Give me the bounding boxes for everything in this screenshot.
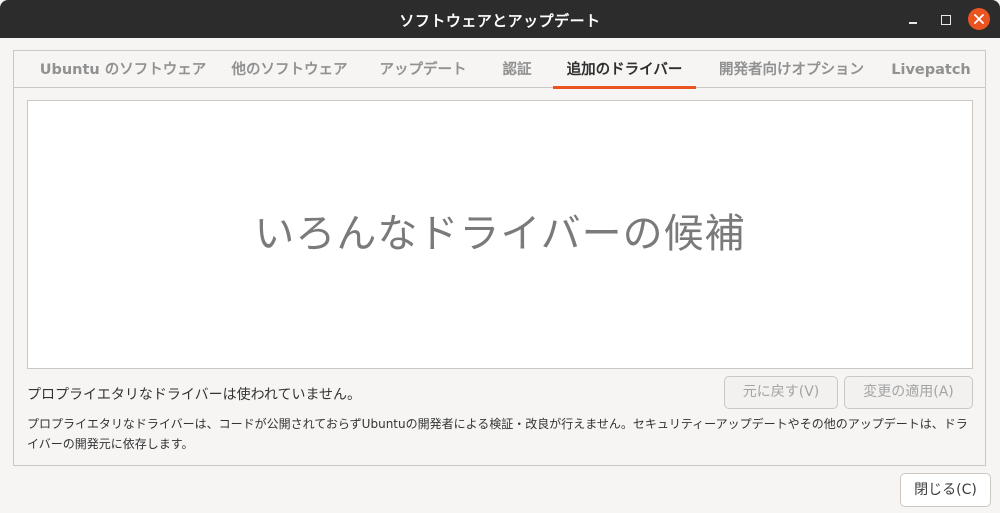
tab-bar: Ubuntu のソフトウェア 他のソフトウェア アップデート 認証 追加のドライ… (14, 51, 985, 89)
maximize-icon[interactable] (934, 8, 956, 30)
tab-updates[interactable]: アップデート (369, 51, 477, 88)
close-icon[interactable] (968, 8, 990, 30)
revert-button[interactable]: 元に戻す(V) (724, 376, 838, 409)
apply-changes-button[interactable]: 変更の適用(A) (844, 376, 973, 409)
tab-ubuntu-software[interactable]: Ubuntu のソフトウェア (28, 51, 218, 88)
minimize-icon[interactable] (902, 8, 924, 30)
driver-status-text: プロプライエタリなドライバーは使われていません。 (27, 387, 362, 403)
settings-notebook: Ubuntu のソフトウェア 他のソフトウェア アップデート 認証 追加のドライ… (13, 50, 986, 466)
tab-other-software[interactable]: 他のソフトウェア (219, 51, 360, 88)
proprietary-driver-description: プロプライエタリなドライバーは、コードが公開されておらずUbuntuの開発者によ… (27, 417, 968, 451)
tab-developer-options[interactable]: 開発者向けオプション (706, 51, 877, 88)
driver-candidates-placeholder: いろんなドライバーの候補 (254, 211, 746, 257)
tab-additional-drivers[interactable]: 追加のドライバー (553, 51, 696, 89)
window-titlebar[interactable]: ソフトウェアとアップデート (0, 0, 1000, 38)
close-button[interactable]: 閉じる(C) (900, 473, 991, 507)
close-x-glyph (974, 14, 984, 24)
tab-authentication[interactable]: 認証 (492, 51, 542, 88)
driver-list[interactable]: いろんなドライバーの候補 (27, 100, 973, 369)
window-title: ソフトウェアとアップデート (399, 12, 601, 30)
tab-livepatch[interactable]: Livepatch (887, 51, 975, 88)
